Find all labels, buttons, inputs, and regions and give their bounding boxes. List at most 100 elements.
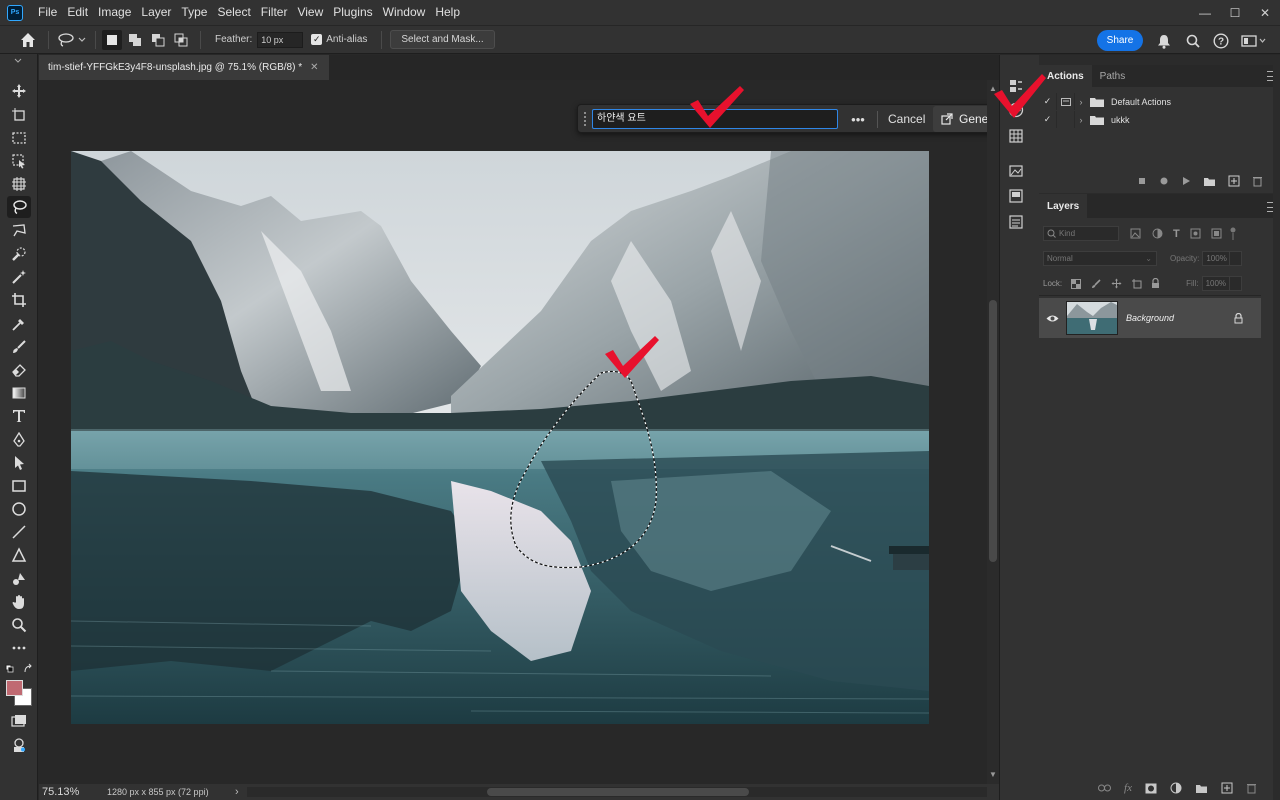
swap-colors-icon[interactable] bbox=[5, 663, 33, 675]
tab-layers[interactable]: Layers bbox=[1039, 194, 1088, 218]
panel-scrollbar-track[interactable] bbox=[1273, 55, 1280, 800]
more-options-icon[interactable]: ••• bbox=[848, 109, 868, 129]
workspace-switcher-icon[interactable] bbox=[1240, 32, 1268, 50]
menu-filter[interactable]: Filter bbox=[256, 0, 293, 25]
properties-panel-icon[interactable] bbox=[1004, 185, 1028, 207]
intersect-selection-icon[interactable] bbox=[171, 30, 191, 50]
minimize-button[interactable]: — bbox=[1190, 0, 1220, 25]
swatches-grid-icon[interactable] bbox=[1004, 125, 1028, 147]
select-and-mask-button[interactable]: Select and Mask... bbox=[390, 30, 495, 49]
vertical-scrollbar[interactable]: ▲ ▼ bbox=[987, 80, 999, 784]
zoom-level[interactable]: 75.13% bbox=[42, 786, 104, 798]
triangle-tool-icon[interactable] bbox=[7, 544, 31, 566]
pen-tool-icon[interactable] bbox=[7, 429, 31, 451]
maximize-button[interactable]: ☐ bbox=[1220, 0, 1250, 25]
rectangle-tool-icon[interactable] bbox=[7, 475, 31, 497]
quick-mask-icon[interactable] bbox=[7, 710, 31, 732]
lock-brush-icon[interactable] bbox=[1091, 278, 1101, 289]
gradient-tool-icon[interactable] bbox=[7, 382, 31, 404]
type-tool-icon[interactable] bbox=[7, 405, 31, 427]
pixel-filter-icon[interactable] bbox=[1130, 228, 1141, 239]
play-icon[interactable] bbox=[1181, 176, 1191, 186]
close-tab-icon[interactable]: ✕ bbox=[310, 62, 318, 73]
link-layers-icon[interactable] bbox=[1098, 784, 1112, 792]
menu-plugins[interactable]: Plugins bbox=[328, 0, 377, 25]
lasso-preset-icon[interactable] bbox=[55, 29, 89, 51]
fill-dropdown-icon[interactable] bbox=[1229, 276, 1242, 291]
dialog-toggle-icon[interactable] bbox=[1057, 93, 1075, 110]
polygonal-lasso-tool-icon[interactable] bbox=[7, 220, 31, 242]
feather-input[interactable]: 10 px bbox=[257, 31, 304, 48]
ellipse-tool-icon[interactable] bbox=[7, 498, 31, 520]
stop-icon[interactable] bbox=[1137, 176, 1147, 186]
layer-row[interactable]: Background bbox=[1039, 298, 1261, 338]
add-mask-icon[interactable] bbox=[1145, 783, 1157, 794]
eyedropper-tool-icon[interactable] bbox=[7, 313, 31, 335]
horizontal-scrollbar-thumb[interactable] bbox=[487, 788, 749, 796]
cancel-button[interactable]: Cancel bbox=[888, 109, 925, 129]
lock-transparent-icon[interactable] bbox=[1071, 278, 1082, 289]
new-group-folder-icon[interactable] bbox=[1195, 783, 1208, 794]
dialog-toggle-empty[interactable] bbox=[1057, 111, 1075, 128]
horizontal-scrollbar[interactable] bbox=[247, 787, 987, 797]
document-tab[interactable]: tim-stief-YFFGkE3y4F8-unsplash.jpg @ 75.… bbox=[39, 55, 329, 80]
home-icon[interactable] bbox=[18, 29, 38, 51]
search-icon[interactable] bbox=[1184, 32, 1202, 50]
quick-selection-tool-icon[interactable] bbox=[7, 243, 31, 265]
help-icon[interactable]: ? bbox=[1212, 32, 1230, 50]
lock-move-icon[interactable] bbox=[1111, 278, 1122, 289]
share-button[interactable]: Share bbox=[1097, 30, 1143, 51]
fill-input[interactable]: 100% bbox=[1201, 276, 1230, 291]
add-to-selection-icon[interactable] bbox=[125, 30, 145, 50]
record-icon[interactable] bbox=[1159, 176, 1169, 186]
opacity-input[interactable]: 100% bbox=[1202, 251, 1231, 266]
line-tool-icon[interactable] bbox=[7, 521, 31, 543]
close-button[interactable]: ✕ bbox=[1250, 0, 1280, 25]
delete-layer-trash-icon[interactable] bbox=[1246, 782, 1257, 794]
layer-name[interactable]: Background bbox=[1126, 313, 1234, 323]
notifications-bell-icon[interactable] bbox=[1155, 32, 1173, 50]
marquee-tool-icon[interactable] bbox=[7, 127, 31, 149]
libraries-panel-icon[interactable] bbox=[1004, 160, 1028, 182]
lock-artboard-icon[interactable] bbox=[1132, 278, 1142, 289]
menu-select[interactable]: Select bbox=[212, 0, 255, 25]
crop-tool-icon[interactable] bbox=[7, 289, 31, 311]
status-menu-arrow-icon[interactable]: › bbox=[235, 786, 239, 798]
shape-tool-icon[interactable] bbox=[7, 568, 31, 590]
object-selection-tool-icon[interactable] bbox=[7, 150, 31, 172]
menu-file[interactable]: File bbox=[33, 0, 62, 25]
menu-help[interactable]: Help bbox=[430, 0, 465, 25]
artboard-tool-icon[interactable] bbox=[7, 104, 31, 126]
vertical-scrollbar-thumb[interactable] bbox=[989, 300, 997, 562]
menu-window[interactable]: Window bbox=[378, 0, 431, 25]
blend-mode-select[interactable]: Normal ⌄ bbox=[1043, 251, 1157, 266]
opacity-dropdown-icon[interactable] bbox=[1230, 251, 1243, 266]
chevron-right-icon[interactable]: › bbox=[1075, 97, 1087, 107]
toolbar-collapse-icon[interactable] bbox=[7, 56, 31, 66]
move-tool-icon[interactable] bbox=[7, 80, 31, 102]
zoom-tool-icon[interactable] bbox=[7, 614, 31, 636]
menu-type[interactable]: Type bbox=[176, 0, 212, 25]
action-set-row[interactable]: ✓ › Default Actions bbox=[1039, 93, 1261, 110]
eraser-tool-icon[interactable] bbox=[7, 359, 31, 381]
lasso-tool-icon[interactable] bbox=[7, 196, 31, 218]
document-image[interactable] bbox=[71, 151, 929, 724]
layer-style-fx-icon[interactable]: fx bbox=[1124, 782, 1132, 794]
path-selection-tool-icon[interactable] bbox=[7, 452, 31, 474]
adjustments-panel-icon[interactable] bbox=[1004, 211, 1028, 233]
chevron-right-icon[interactable]: › bbox=[1075, 115, 1087, 125]
screen-mode-icon[interactable] bbox=[7, 734, 31, 756]
tab-paths[interactable]: Paths bbox=[1092, 65, 1134, 87]
antialias-checkbox[interactable]: ✓ Anti-alias bbox=[311, 34, 367, 45]
new-action-icon[interactable] bbox=[1228, 175, 1240, 187]
drag-handle-icon[interactable] bbox=[582, 110, 588, 128]
shape-filter-icon[interactable] bbox=[1190, 228, 1201, 239]
menu-edit[interactable]: Edit bbox=[62, 0, 93, 25]
new-selection-icon[interactable] bbox=[102, 29, 122, 50]
type-filter-icon[interactable]: T bbox=[1173, 228, 1180, 240]
brush-tool-icon[interactable] bbox=[7, 336, 31, 358]
layer-filter-kind[interactable]: Kind bbox=[1043, 226, 1119, 241]
filter-toggle-icon[interactable] bbox=[1229, 227, 1237, 241]
subtract-from-selection-icon[interactable] bbox=[148, 30, 168, 50]
more-tools-icon[interactable] bbox=[7, 637, 31, 659]
